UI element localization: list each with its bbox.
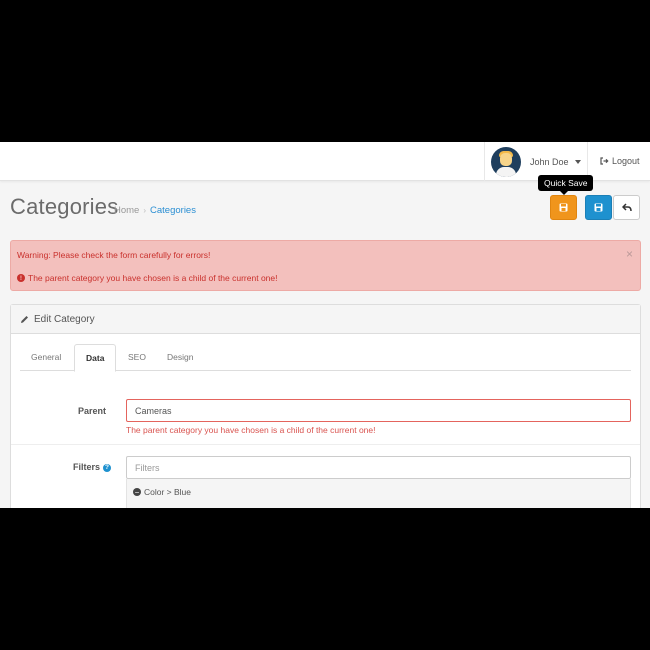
- alert-error-text: The parent category you have chosen is a…: [28, 273, 278, 283]
- user-name: John Doe: [530, 156, 569, 167]
- page-title: Categories: [10, 194, 119, 219]
- breadcrumb-separator: ›: [143, 206, 147, 215]
- filters-label: Filters?: [61, 462, 111, 472]
- pencil-icon: [21, 315, 28, 323]
- tab-seo[interactable]: SEO: [117, 344, 157, 371]
- selected-filter-item: − Color > Blue: [133, 487, 191, 497]
- quick-save-button[interactable]: [550, 195, 577, 220]
- breadcrumb-categories[interactable]: Categories: [150, 205, 196, 216]
- selected-filters-list: − Color > Blue: [126, 479, 631, 508]
- filters-input[interactable]: [126, 456, 631, 479]
- parent-input[interactable]: [126, 399, 631, 422]
- parent-label: Parent: [77, 406, 106, 416]
- caret-down-icon: [574, 159, 581, 164]
- close-icon[interactable]: ×: [626, 247, 633, 261]
- tab-general[interactable]: General: [20, 344, 72, 371]
- alert-error-row: ! The parent category you have chosen is…: [17, 273, 277, 283]
- tab-data[interactable]: Data: [74, 344, 117, 372]
- breadcrumb-home[interactable]: Home: [114, 205, 139, 216]
- avatar: [491, 146, 521, 177]
- divider: [11, 444, 640, 445]
- save-button[interactable]: [585, 195, 612, 220]
- question-circle-icon[interactable]: ?: [103, 463, 111, 472]
- panel-heading: Edit Category: [11, 305, 640, 334]
- reply-icon: [621, 203, 632, 212]
- sign-out-icon: [600, 157, 609, 165]
- back-button[interactable]: [613, 195, 640, 220]
- app-viewport: John Doe Logout Categories Home › Catego…: [0, 142, 650, 508]
- selected-filter-label: Color > Blue: [144, 487, 192, 497]
- parent-error-text: The parent category you have chosen is a…: [126, 425, 376, 435]
- filters-label-text: Filters: [72, 462, 100, 472]
- logout-label: Logout: [612, 156, 640, 166]
- exclamation-circle-icon: !: [17, 274, 25, 282]
- minus-circle-icon[interactable]: −: [133, 488, 141, 496]
- logout-link[interactable]: Logout: [600, 156, 640, 166]
- tab-bar: General Data SEO Design: [20, 344, 631, 372]
- alert-warning-text: Warning: Please check the form carefully…: [17, 250, 211, 260]
- floppy-icon: [594, 203, 603, 212]
- edit-category-panel: Edit Category General Data SEO Design Pa…: [10, 304, 641, 508]
- quick-save-tooltip: Quick Save: [538, 175, 594, 195]
- breadcrumb: Home › Categories: [114, 205, 196, 216]
- tab-design[interactable]: Design: [156, 344, 204, 371]
- error-alert: Warning: Please check the form carefully…: [10, 240, 641, 291]
- floppy-icon: [559, 203, 568, 212]
- panel-title: Edit Category: [34, 313, 95, 325]
